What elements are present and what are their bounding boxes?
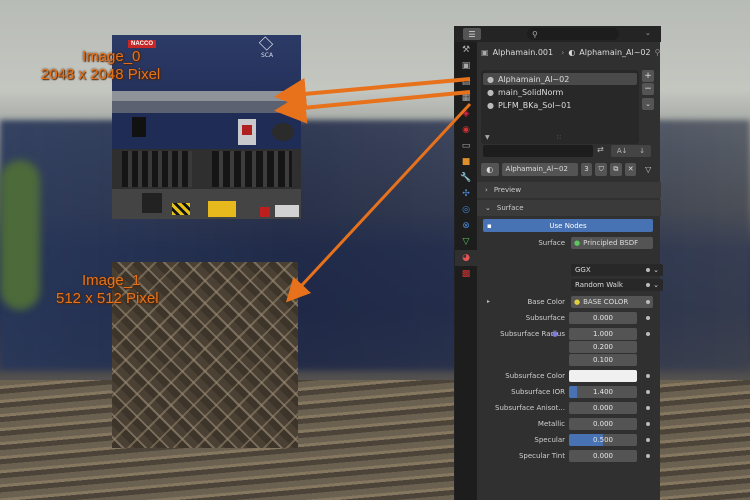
arrow-slot3-to-image1 <box>285 102 472 303</box>
annotation-arrows <box>274 77 472 303</box>
